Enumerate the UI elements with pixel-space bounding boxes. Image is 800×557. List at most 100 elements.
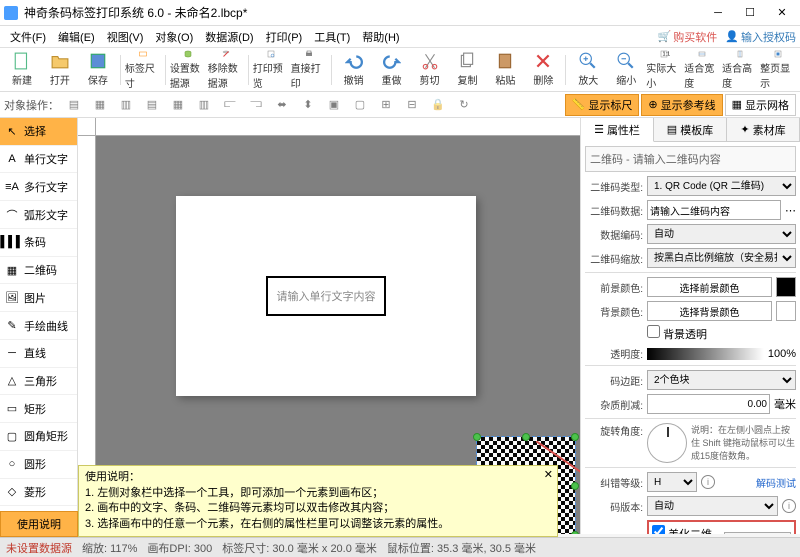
remove-datasource-button[interactable]: 移除数据源 [208, 50, 244, 90]
menu-datasource[interactable]: 数据源(D) [199, 29, 259, 45]
resize-handle[interactable] [473, 433, 481, 441]
label-page[interactable]: 请输入单行文字内容 [176, 196, 476, 396]
fit-width-button[interactable]: 适合宽度 [684, 50, 720, 90]
tool-barcode[interactable]: ▌▌▌条码 [0, 229, 77, 257]
opacity-slider[interactable] [647, 348, 764, 360]
resize-handle[interactable] [571, 531, 579, 534]
help-tab[interactable]: 使用说明 [0, 511, 78, 537]
same-height-icon[interactable]: ⬍ [297, 95, 319, 115]
align-top-icon[interactable]: ▤ [141, 95, 163, 115]
tool-qrcode[interactable]: ▦二维码 [0, 257, 77, 285]
menu-tool[interactable]: 工具(T) [308, 29, 356, 45]
actual-size-button[interactable]: 1:1实际大小 [646, 50, 682, 90]
tool-select[interactable]: ↖选择 [0, 118, 77, 146]
cut-button[interactable]: 剪切 [412, 50, 448, 90]
group-icon[interactable]: ⊞ [375, 95, 397, 115]
rotate-dial[interactable] [647, 423, 687, 463]
minimize-button[interactable]: ─ [708, 5, 728, 21]
toggle-guides-button[interactable]: ⊕显示参考线 [641, 94, 722, 116]
ruler-corner [78, 118, 96, 136]
copy-button[interactable]: 复制 [449, 50, 485, 90]
scale-select[interactable]: 按黑白点比例缩放（安全易扫） [647, 248, 796, 268]
menu-object[interactable]: 对象(O) [149, 29, 199, 45]
menu-view[interactable]: 视图(V) [101, 29, 150, 45]
tool-image[interactable]: 🖼图片 [0, 284, 77, 312]
send-back-icon[interactable]: ▢ [349, 95, 371, 115]
resize-handle[interactable] [571, 433, 579, 441]
print-preview-button[interactable]: 打印预览 [253, 50, 289, 90]
fit-page-button[interactable]: 整页显示 [760, 50, 796, 90]
margin-select[interactable]: 2个色块 [647, 370, 796, 390]
undo-button[interactable]: 撤销 [336, 50, 372, 90]
ungroup-icon[interactable]: ⊟ [401, 95, 423, 115]
tab-properties[interactable]: ☰属性栏 [581, 118, 654, 142]
set-datasource-button[interactable]: 设置数据源 [170, 50, 206, 90]
menu-help[interactable]: 帮助(H) [356, 29, 405, 45]
textbox-object[interactable]: 请输入单行文字内容 [266, 276, 386, 316]
menu-print[interactable]: 打印(P) [260, 29, 309, 45]
encode-select[interactable]: 自动 [647, 224, 796, 244]
fg-swatch[interactable] [776, 277, 796, 297]
tool-ellipse[interactable]: ○圆形 [0, 451, 77, 479]
bg-transparent-checkbox[interactable]: 背景透明 [647, 325, 707, 342]
info-icon[interactable]: i [782, 499, 796, 513]
label-size-button[interactable]: 标签尺寸 [125, 50, 161, 90]
qrtype-select[interactable]: 1. QR Code (QR 二维码) [647, 176, 796, 196]
align-right-icon[interactable]: ▥ [115, 95, 137, 115]
align-middle-icon[interactable]: ▦ [167, 95, 189, 115]
tool-single-text[interactable]: A单行文字 [0, 146, 77, 174]
tool-freehand[interactable]: ✎手绘曲线 [0, 312, 77, 340]
info-icon[interactable]: i [701, 475, 715, 489]
resize-handle[interactable] [522, 433, 530, 441]
version-select[interactable]: 自动 [647, 496, 778, 516]
tab-templates[interactable]: ▤模板库 [654, 118, 727, 141]
tool-roundrect[interactable]: ▢圆角矩形 [0, 423, 77, 451]
menu-edit[interactable]: 编辑(E) [52, 29, 101, 45]
lock-icon[interactable]: 🔒 [427, 95, 449, 115]
tolerance-input[interactable] [647, 394, 770, 414]
more-icon[interactable]: ⋯ [785, 204, 796, 217]
help-close-button[interactable]: ✕ [544, 468, 553, 483]
tool-polygon[interactable]: ◇菱形 [0, 479, 77, 507]
zoom-out-button[interactable]: 缩小 [608, 50, 644, 90]
tab-assets[interactable]: ✦素材库 [727, 118, 800, 141]
ec-select[interactable]: H [647, 472, 697, 492]
bg-swatch[interactable] [776, 301, 796, 321]
tool-line[interactable]: ─直线 [0, 340, 77, 368]
distribute-h-icon[interactable]: ⫍ [219, 95, 241, 115]
buy-software-link[interactable]: 🛒购买软件 [658, 29, 718, 45]
beautify-checkbox[interactable]: 美化二维码 [652, 525, 720, 534]
bg-color-button[interactable]: 选择背景颜色 [647, 301, 772, 321]
tool-rect[interactable]: ▭矩形 [0, 395, 77, 423]
redo-button[interactable]: 重做 [374, 50, 410, 90]
new-button[interactable]: 新建 [4, 50, 40, 90]
save-button[interactable]: 保存 [80, 50, 116, 90]
enter-license-link[interactable]: 👤输入授权码 [725, 29, 796, 45]
beautify-settings-button[interactable]: 美化设置… [724, 532, 791, 535]
open-button[interactable]: 打开 [42, 50, 78, 90]
resize-handle[interactable] [571, 482, 579, 490]
decode-test-link[interactable]: 解码测试 [756, 475, 796, 490]
tool-triangle[interactable]: △三角形 [0, 368, 77, 396]
distribute-v-icon[interactable]: ⫎ [245, 95, 267, 115]
align-left-icon[interactable]: ▤ [63, 95, 85, 115]
tool-multi-text[interactable]: ≡A多行文字 [0, 173, 77, 201]
same-width-icon[interactable]: ⬌ [271, 95, 293, 115]
align-bottom-icon[interactable]: ▥ [193, 95, 215, 115]
toggle-grid-button[interactable]: ▦显示网格 [725, 94, 796, 116]
fg-color-button[interactable]: 选择前景颜色 [647, 277, 772, 297]
maximize-button[interactable]: ☐ [740, 5, 760, 21]
rotate-icon[interactable]: ↻ [453, 95, 475, 115]
toggle-ruler-button[interactable]: 📏显示标尺 [565, 94, 640, 116]
tool-arc-text[interactable]: ⌒弧形文字 [0, 201, 77, 229]
align-center-icon[interactable]: ▦ [89, 95, 111, 115]
close-button[interactable]: ✕ [772, 5, 792, 21]
qrdata-input[interactable] [647, 200, 781, 220]
bring-front-icon[interactable]: ▣ [323, 95, 345, 115]
zoom-in-button[interactable]: 放大 [570, 50, 606, 90]
delete-button[interactable]: 删除 [525, 50, 561, 90]
direct-print-button[interactable]: 直接打印 [291, 50, 327, 90]
paste-button[interactable]: 粘贴 [487, 50, 523, 90]
fit-height-button[interactable]: 适合高度 [722, 50, 758, 90]
menu-file[interactable]: 文件(F) [4, 29, 52, 45]
